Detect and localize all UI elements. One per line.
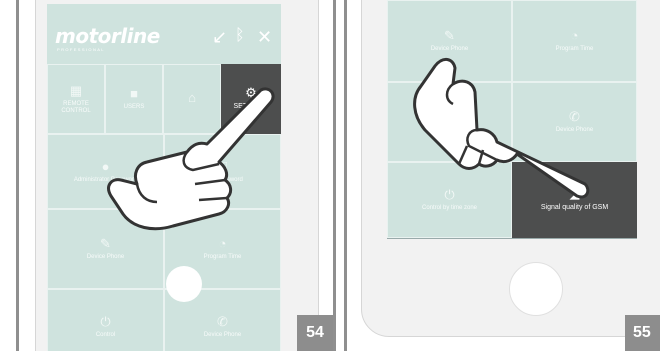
tile-device-phone[interactable]: ✎ Device Phone xyxy=(47,209,164,289)
house-icon: ⌂ xyxy=(188,89,196,105)
tile-device-phone-2[interactable]: ✆ Device Phone xyxy=(512,82,637,162)
key-icon: ⚿ xyxy=(217,158,228,174)
figure-55-panel: ✎ Device Phone ◔ Program Time ✆ Device P… xyxy=(344,0,660,351)
tile-signal-quality-gsm[interactable]: ◢ Signal quality of GSM xyxy=(512,162,637,238)
tile-empty[interactable] xyxy=(387,82,512,162)
clock-icon: ◔ xyxy=(218,236,227,252)
tile-administrator-password[interactable]: ● Administrator Password xyxy=(47,134,164,209)
tile-device-phone[interactable]: ✎ Device Phone xyxy=(387,0,512,82)
brand-subtitle: PROFESSIONAL xyxy=(57,47,105,52)
tile-user-password[interactable]: ⚿ User Password xyxy=(164,134,281,209)
pencil-icon: ✎ xyxy=(100,236,111,252)
gear-icon: ⚙ xyxy=(245,85,257,101)
power-icon: ⏻ xyxy=(444,187,455,203)
brand-logo: motorline xyxy=(55,24,160,48)
minimize-icon[interactable]: ↙ xyxy=(212,28,227,46)
tile-users[interactable]: ■ USERS xyxy=(105,64,163,134)
phone-icon: ✆ xyxy=(569,109,580,125)
tile-settings[interactable]: ⚙ SETTINGS xyxy=(221,64,281,134)
bluetooth-icon[interactable]: ᛒ xyxy=(235,28,245,44)
home-button[interactable] xyxy=(166,266,202,302)
clock-icon: ◔ xyxy=(570,28,579,44)
figure-number-badge: 55 xyxy=(625,315,660,351)
tile-control[interactable]: ⏻ Control xyxy=(47,289,164,351)
tile-control-by-time-zone[interactable]: ⏻ Control by time zone xyxy=(387,162,512,238)
app-screen: motorline PROFESSIONAL ↙ ᛒ ✕ ▦ REMOTE CO… xyxy=(47,4,281,351)
tile-remote-control[interactable]: ▦ REMOTE CONTROL xyxy=(47,64,105,134)
tile-house[interactable]: ⌂ xyxy=(163,64,221,134)
users-icon: ■ xyxy=(130,86,138,102)
person-icon: ● xyxy=(101,158,110,174)
figure-number-badge: 54 xyxy=(297,315,333,351)
power-icon: ⏻ xyxy=(100,313,111,329)
app-screen: ✎ Device Phone ◔ Program Time ✆ Device P… xyxy=(387,0,637,239)
app-header: motorline PROFESSIONAL ↙ ᛒ ✕ xyxy=(47,4,281,64)
close-icon[interactable]: ✕ xyxy=(257,28,272,46)
remote-icon: ▦ xyxy=(69,82,83,98)
pencil-icon: ✎ xyxy=(444,28,455,44)
tile-program-time[interactable]: ◔ Program Time xyxy=(512,0,637,82)
figure-54-panel: motorline PROFESSIONAL ↙ ᛒ ✕ ▦ REMOTE CO… xyxy=(16,0,336,351)
signal-icon: ◢ xyxy=(569,186,580,202)
phone-icon: ✆ xyxy=(217,313,228,329)
home-button[interactable] xyxy=(509,262,563,316)
